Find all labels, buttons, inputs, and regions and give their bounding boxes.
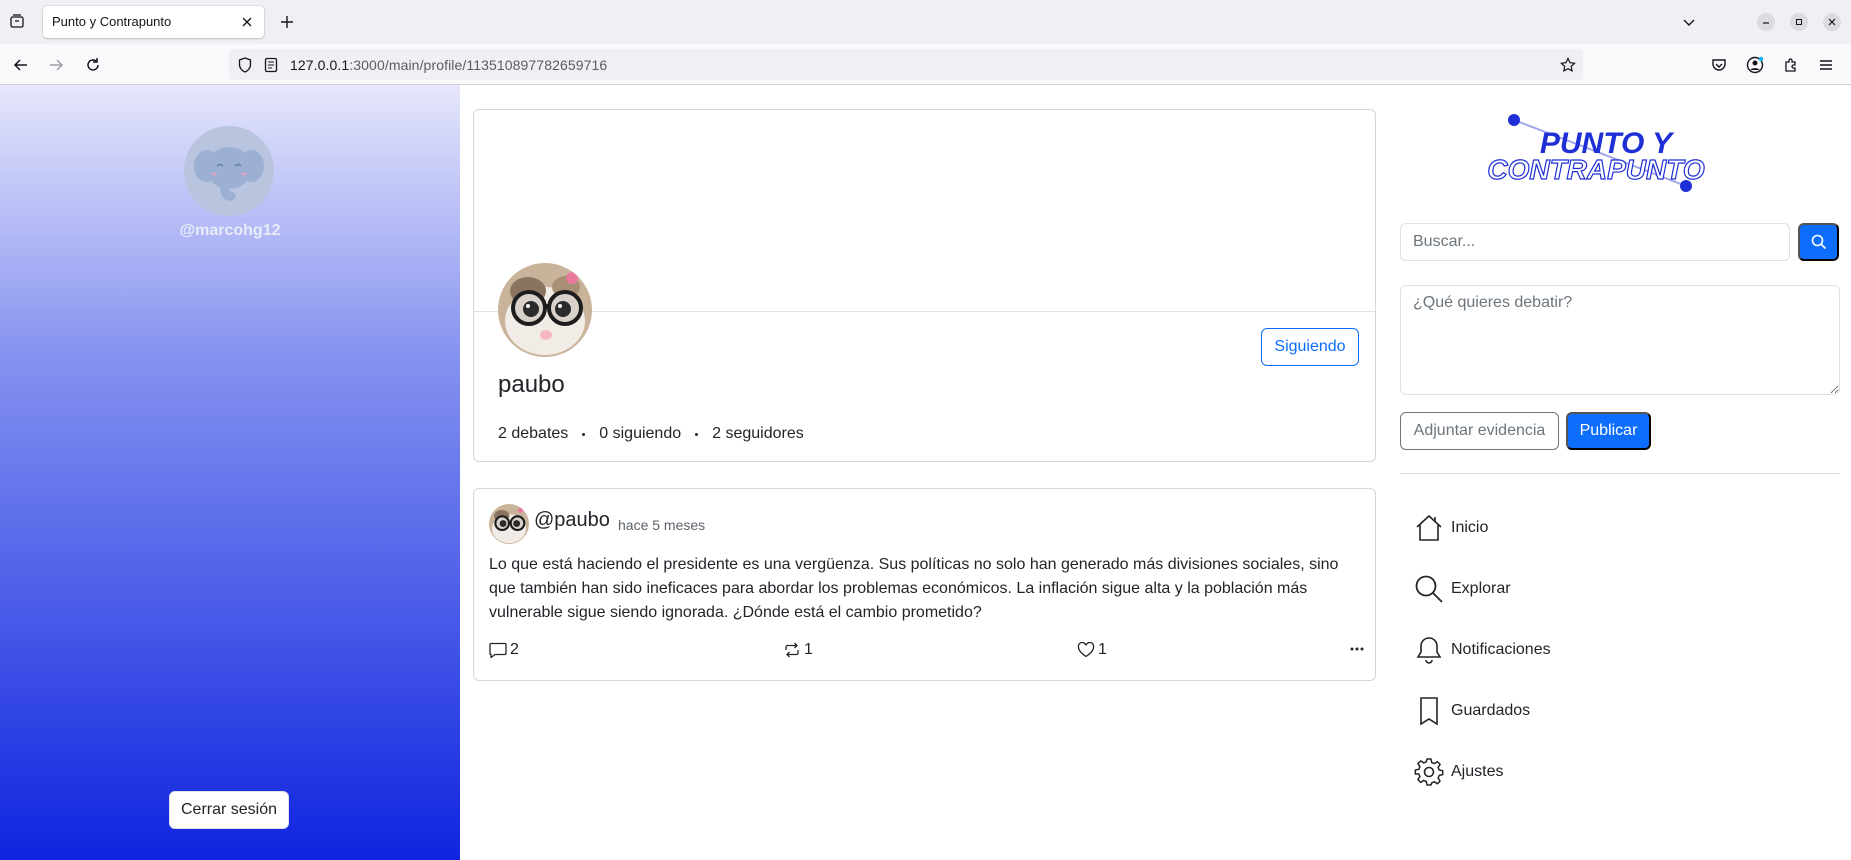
heart-icon [1077,642,1095,658]
back-icon[interactable] [9,53,33,77]
logo-line-2: CONTRAPUNTO [1487,154,1704,185]
repost-button[interactable]: 1 [783,641,813,659]
menu-label: Guardados [1451,702,1531,719]
separator-dot [582,432,586,436]
house-icon [1413,512,1445,544]
search-icon [1811,234,1826,250]
account-icon[interactable] [1743,53,1767,77]
post-author-handle[interactable]: @paubo [534,509,610,532]
page-info-icon[interactable] [262,56,280,74]
post-card: @paubo hace 5 meses Lo que está haciendo… [473,488,1376,681]
menu-icon[interactable] [1814,53,1838,77]
menu-label: Ajustes [1451,763,1504,780]
pocket-icon[interactable] [1707,53,1731,77]
elephant-icon [184,126,274,216]
post-text: Lo que está haciendo el presidente es un… [489,556,1339,621]
bell-icon [1413,634,1445,666]
divider [1400,473,1840,474]
banner-divider [474,311,1375,312]
url-text: 127.0.0.1:3000/main/profile/113510897782… [290,57,607,73]
menu-item-explorar[interactable]: Explorar [1413,571,1511,607]
left-sidebar: @marcohg12 Cerrar sesión [0,85,460,860]
comment-button[interactable]: 2 [489,641,519,659]
menu-item-guardados[interactable]: Guardados [1413,693,1530,729]
restore-icon[interactable] [1790,13,1808,31]
close-tab-icon[interactable] [237,12,257,32]
menu-item-inicio[interactable]: Inicio [1413,510,1488,546]
browser-tab-bar: Punto y Contrapunto [0,0,1851,44]
debates-count[interactable]: 2 debates [498,425,568,443]
forward-icon[interactable] [44,53,68,77]
profile-card: Siguiendo paubo 2 debates 0 siguiendo 2 … [473,109,1376,462]
more-options-icon[interactable] [1350,641,1367,657]
current-user-avatar[interactable] [184,126,274,216]
chevron-down-icon[interactable] [1678,11,1700,33]
page: @marcohg12 Cerrar sesión Siguiendo paubo… [0,85,1851,860]
tab-list-icon[interactable] [6,10,28,32]
cat-with-glasses-image [489,504,529,544]
search-icon [1413,573,1445,605]
search-button[interactable] [1798,223,1839,261]
publish-button[interactable]: Publicar [1566,412,1651,450]
profile-avatar[interactable] [498,263,592,357]
url-bar[interactable]: 127.0.0.1:3000/main/profile/113510897782… [229,49,1583,80]
repost-icon [785,642,799,658]
tab-title: Punto y Contrapunto [52,14,172,29]
comment-icon [489,642,507,658]
window-close-icon[interactable] [1823,13,1841,31]
following-count[interactable]: 0 siguiendo [599,425,681,443]
profile-name: paubo [498,371,565,398]
gear-icon [1413,756,1445,788]
post-timestamp: hace 5 meses [618,517,706,533]
reload-icon[interactable] [81,53,105,77]
followers-count[interactable]: 2 seguidores [712,425,804,443]
url-host: 127.0.0.1 [290,57,350,73]
attach-evidence-button[interactable]: Adjuntar evidencia [1400,412,1559,450]
current-user-handle: @marcohg12 [179,222,281,239]
menu-item-notificaciones[interactable]: Notificaciones [1413,632,1551,668]
app-logo[interactable]: PUNTO Y CONTRAPUNTO [1484,107,1712,193]
menu-label: Notificaciones [1451,641,1551,658]
menu-label: Inicio [1451,519,1489,536]
separator-dot [695,432,699,436]
search-input[interactable] [1400,223,1790,261]
following-button[interactable]: Siguiendo [1261,328,1359,366]
logout-button[interactable]: Cerrar sesión [169,791,289,829]
browser-nav-bar: 127.0.0.1:3000/main/profile/113510897782… [0,44,1851,85]
url-path: :3000/main/profile/113510897782659716 [349,57,608,73]
comment-count: 2 [510,641,519,658]
right-column: PUNTO Y CONTRAPUNTO Adjuntar evidencia P… [1400,85,1840,860]
debate-textarea[interactable] [1400,285,1840,395]
extensions-icon[interactable] [1779,53,1803,77]
bookmark-star-icon[interactable] [1559,56,1577,74]
cat-with-glasses-image [498,263,592,357]
like-button[interactable]: 1 [1077,641,1107,659]
menu-item-ajustes[interactable]: Ajustes [1413,754,1503,790]
shield-icon[interactable] [236,56,254,74]
new-tab-icon[interactable] [276,11,298,33]
minimize-icon[interactable] [1757,13,1775,31]
profile-stats: 2 debates 0 siguiendo 2 seguidores [498,425,804,443]
post-author-avatar[interactable] [489,504,529,544]
bookmark-icon [1413,695,1445,727]
post-actions: 2 1 1 [489,641,1364,661]
like-count: 1 [1098,641,1107,658]
browser-tab[interactable]: Punto y Contrapunto [43,6,264,38]
menu-label: Explorar [1451,580,1511,597]
repost-count: 1 [804,641,813,658]
